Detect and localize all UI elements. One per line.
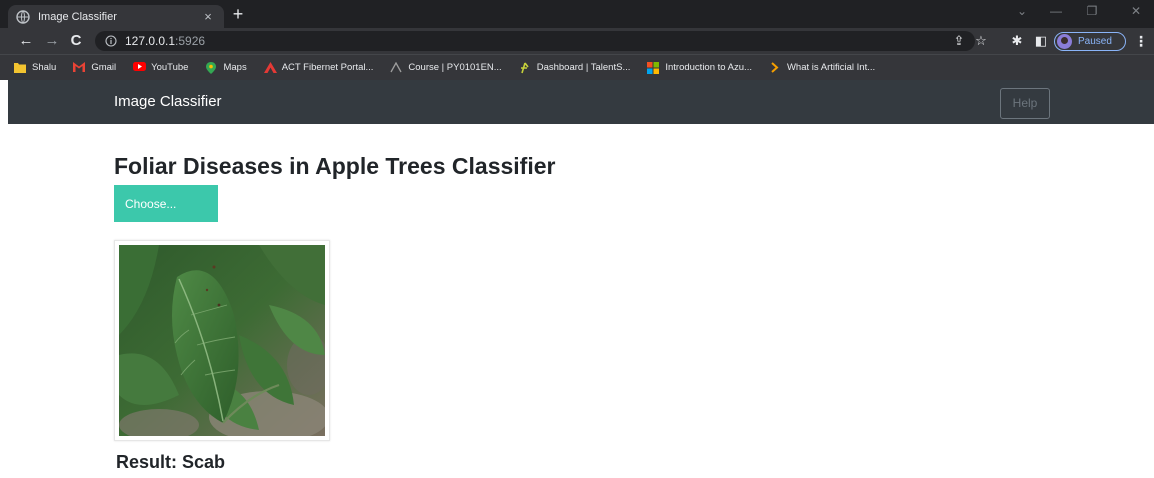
maps-icon <box>205 62 217 74</box>
bookmark-item[interactable]: Maps <box>205 62 247 74</box>
browser-menu-icon[interactable]: ⋮ <box>1134 32 1148 50</box>
choose-file-button[interactable]: Choose... <box>114 185 218 222</box>
browser-tabstrip: Image Classifier × + ⌄ — ❐ ✕ <box>0 0 1154 28</box>
bookmark-star-icon[interactable]: ☆ <box>972 32 990 50</box>
profile-status: Paused <box>1078 36 1112 47</box>
bookmark-item[interactable]: Course | PY0101EN... <box>390 61 502 73</box>
bookmark-item[interactable]: Gmail <box>73 62 116 73</box>
app-navbar: Image Classifier Help <box>8 80 1154 124</box>
minimize-icon[interactable]: — <box>1046 4 1066 18</box>
restore-icon[interactable]: ❐ <box>1082 4 1102 18</box>
extensions-puzzle-icon[interactable]: ✱ <box>1008 32 1026 50</box>
bookmark-label: Maps <box>223 62 247 73</box>
bookmark-item[interactable]: YouTube <box>133 62 188 73</box>
bookmark-label: What is Artificial Int... <box>786 62 876 73</box>
chevron-right-icon <box>769 62 781 73</box>
bookmark-item[interactable]: ACT Fibernet Portal... <box>263 62 374 73</box>
profile-button[interactable]: Paused <box>1054 32 1126 51</box>
bookmark-label: ACT Fibernet Portal... <box>281 62 374 73</box>
browser-tab[interactable]: Image Classifier × <box>8 5 224 28</box>
bookmark-item[interactable]: What is Artificial Int... <box>769 62 875 73</box>
tab-close-icon[interactable]: × <box>200 9 216 24</box>
help-button[interactable]: Help <box>1000 88 1050 119</box>
bookmark-item[interactable]: Dashboard | TalentS... <box>519 62 631 74</box>
navbar-brand[interactable]: Image Classifier <box>114 93 222 110</box>
bookmark-label: Shalu <box>32 62 57 73</box>
bookmark-label: YouTube <box>151 62 189 73</box>
result-text: Result: Scab <box>116 452 226 472</box>
tab-search-chevron-icon[interactable]: ⌄ <box>1012 4 1032 18</box>
leaf-photo <box>119 245 325 436</box>
bookmark-label: Introduction to Azu... <box>665 62 752 73</box>
forward-arrow-icon[interactable]: → <box>42 32 62 50</box>
new-tab-button[interactable]: + <box>228 4 248 24</box>
avatar <box>1057 34 1072 49</box>
gmail-icon <box>73 62 86 73</box>
microsoft-icon <box>647 62 660 74</box>
bookmark-label: Course | PY0101EN... <box>408 62 502 73</box>
youtube-icon <box>133 62 147 73</box>
page-title: Foliar Diseases in Apple Trees Classifie… <box>114 153 556 179</box>
bookmarks-bar: Shalu Gmail YouTube Maps ACT Fibernet Po… <box>0 54 1154 80</box>
act-icon <box>263 62 277 73</box>
close-window-icon[interactable]: ✕ <box>1126 4 1146 18</box>
share-icon[interactable]: ⇪ <box>950 32 968 50</box>
tab-title: Image Classifier <box>38 10 117 23</box>
bookmark-label: Dashboard | TalentS... <box>536 62 631 73</box>
back-arrow-icon[interactable]: ← <box>16 32 36 50</box>
folder-icon <box>14 62 26 73</box>
reload-icon[interactable]: C <box>66 32 86 50</box>
browser-toolbar: ← → C 127.0.0.1 :5926 ⇪ ☆ ✱ ◧ Paused ⋮ <box>0 28 1154 54</box>
side-panel-icon[interactable]: ◧ <box>1032 32 1050 50</box>
talent-icon <box>519 62 531 74</box>
image-preview <box>114 240 330 441</box>
globe-icon <box>16 9 30 24</box>
bookmark-label: Gmail <box>91 62 117 73</box>
info-icon[interactable] <box>105 35 117 47</box>
bookmark-item[interactable]: Shalu <box>14 62 56 73</box>
address-bar[interactable]: 127.0.0.1 :5926 <box>95 31 975 51</box>
course-icon <box>390 61 402 73</box>
url-host: 127.0.0.1 <box>125 34 176 48</box>
bookmark-item[interactable]: Introduction to Azu... <box>647 62 752 74</box>
url-port: :5926 <box>175 34 206 48</box>
